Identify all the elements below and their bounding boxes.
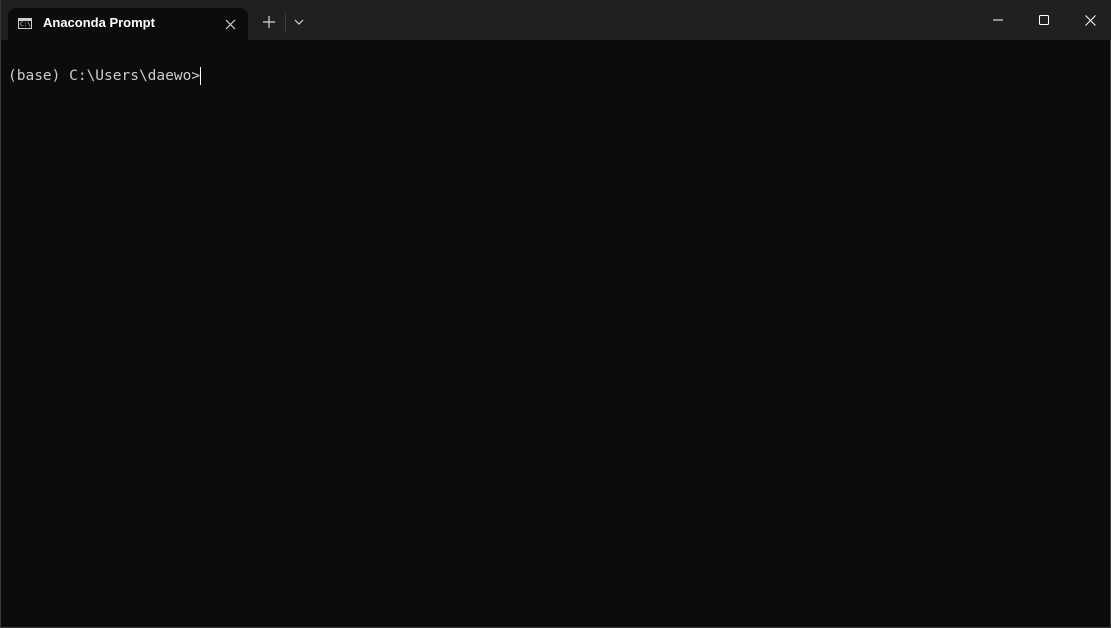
chevron-down-icon — [294, 19, 304, 25]
tab-dropdown-button[interactable] — [289, 10, 309, 34]
minimize-icon — [993, 19, 1003, 21]
console-icon: C:\ — [18, 18, 32, 29]
prompt-line: (base) C:\Users\daewo> — [8, 67, 202, 85]
close-icon — [225, 19, 235, 29]
title-bar[interactable]: C:\ Anaconda Prompt — [1, 0, 1111, 40]
window-close-button[interactable] — [1067, 0, 1111, 40]
tab-anaconda-prompt[interactable]: C:\ Anaconda Prompt — [8, 8, 248, 40]
terminal-area[interactable]: (base) C:\Users\daewo> — [1, 40, 1110, 627]
tab-title: Anaconda Prompt — [43, 15, 155, 30]
console-icon-glyph: C:\ — [20, 21, 31, 28]
tab-close-button[interactable] — [218, 12, 242, 36]
maximize-icon — [1039, 15, 1049, 25]
maximize-button[interactable] — [1021, 0, 1067, 40]
prompt-text: (base) C:\Users\daewo> — [8, 68, 201, 84]
terminal-window: C:\ Anaconda Prompt (base) C:\Users\daew… — [0, 0, 1111, 628]
plus-icon — [263, 16, 275, 28]
new-tab-button[interactable] — [257, 10, 281, 34]
titlebar-divider — [285, 13, 286, 33]
close-icon — [1084, 14, 1096, 26]
minimize-button[interactable] — [975, 0, 1021, 40]
text-cursor — [200, 67, 202, 85]
